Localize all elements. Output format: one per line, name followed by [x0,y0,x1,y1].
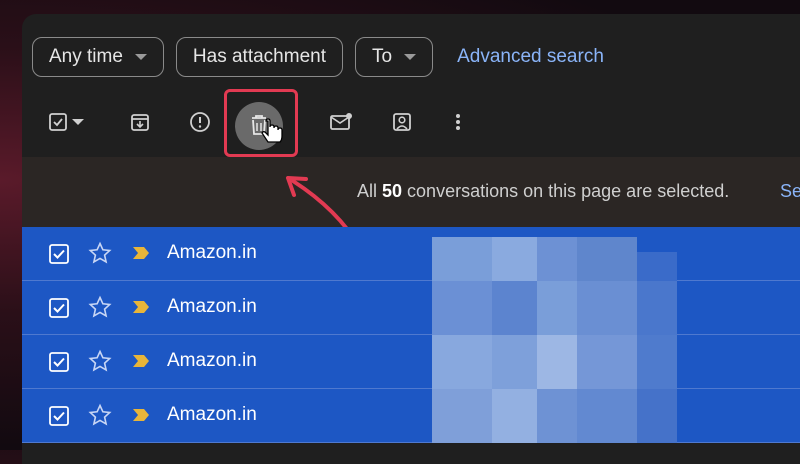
advanced-search-link[interactable]: Advanced search [457,46,604,68]
star-icon[interactable] [88,241,112,265]
checkbox-checked-icon[interactable] [48,405,70,427]
redacted-block [492,335,537,389]
chevron-down-icon [72,119,84,125]
redacted-block [492,237,537,281]
select-all-link[interactable]: Se [780,181,800,202]
move-to-icon [393,113,411,131]
archive-icon [131,114,149,131]
report-spam-button[interactable] [178,94,222,150]
more-options-button[interactable] [436,94,480,150]
star-icon[interactable] [88,295,112,319]
chevron-down-icon [134,54,147,60]
redacted-block [577,335,637,389]
select-dropdown[interactable] [64,94,92,150]
report-spam-icon [190,112,210,132]
important-marker-icon[interactable] [132,246,150,260]
selection-suffix: conversations on this page are selected. [402,181,730,201]
mark-unread-button[interactable] [319,94,363,150]
checkbox-checked-icon[interactable] [48,297,70,319]
email-sender: Amazon.in [167,404,257,425]
mark-unread-icon [330,113,352,130]
selection-banner: All 50 conversations on this page are se… [22,157,800,227]
important-marker-icon[interactable] [132,408,150,422]
redacted-block [577,237,637,281]
redacted-block [537,281,577,335]
selection-message: All 50 conversations on this page are se… [357,181,729,202]
archive-button[interactable] [118,94,162,150]
email-sender: Amazon.in [167,296,257,317]
selection-prefix: All [357,181,383,201]
email-sender: Amazon.in [167,350,257,371]
redacted-block [637,335,677,389]
redacted-block [637,389,677,443]
chevron-down-icon [404,54,417,60]
important-marker-icon[interactable] [132,354,150,368]
checkbox-checked-icon[interactable] [48,351,70,373]
filter-any-time-label: Any time [49,46,123,67]
email-row[interactable]: Amazon.in [22,281,800,335]
delete-highlight-box [224,89,298,157]
selection-count: 50 [382,181,403,201]
more-vert-icon [456,114,460,130]
filter-to[interactable]: To [355,37,434,77]
email-list: Amazon.in Amazon.in Amazon.in Amazon.in [22,227,800,443]
email-row[interactable]: Amazon.in [22,335,800,389]
star-icon[interactable] [88,403,112,427]
email-row[interactable]: Amazon.in [22,389,800,443]
filter-to-label: To [372,46,393,67]
filter-has-attachment-label: Has attachment [192,46,326,67]
filter-any-time[interactable]: Any time [32,37,164,77]
email-row[interactable]: Amazon.in [22,227,800,281]
redacted-block [492,281,537,335]
redacted-block [577,281,637,335]
move-to-button[interactable] [380,94,424,150]
redacted-block [637,281,677,335]
star-icon[interactable] [88,349,112,373]
email-sender: Amazon.in [167,242,257,263]
redacted-block [637,252,677,281]
search-filter-bar: Any time Has attachment To Advanced sear… [32,36,604,78]
redacted-block [432,281,492,335]
redacted-block [432,335,492,389]
gmail-window: Any time Has attachment To Advanced sear… [22,14,800,464]
mail-toolbar [22,94,800,150]
redacted-block [492,389,537,443]
checkbox-checked-icon[interactable] [48,243,70,265]
filter-has-attachment[interactable]: Has attachment [175,37,343,77]
redacted-block [537,389,577,443]
important-marker-icon[interactable] [132,300,150,314]
redacted-block [537,335,577,389]
redacted-block [577,389,637,443]
redacted-block [432,237,492,281]
redacted-block [537,237,577,281]
redacted-block [432,389,492,443]
